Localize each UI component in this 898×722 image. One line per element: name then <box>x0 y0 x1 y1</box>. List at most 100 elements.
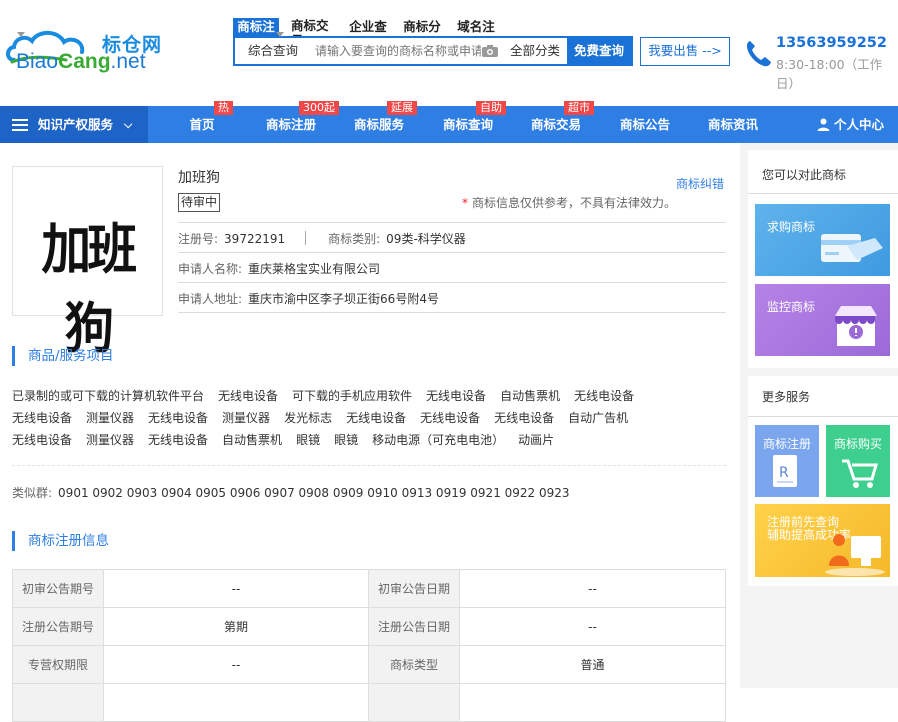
divider <box>178 312 726 313</box>
user-icon <box>817 118 830 131</box>
reg-info-row: 注册号: 39722191 商标类别: 09类-科学仪器 <box>178 231 466 246</box>
registration-number: 39722191 <box>224 232 286 246</box>
service-register-card[interactable]: 商标注册 R <box>755 425 819 497</box>
search-box: 综合查询 全部分类 免费查询 <box>233 36 633 66</box>
divider <box>12 465 726 466</box>
search-tab-trademark-class[interactable]: 商标分 <box>395 18 449 36</box>
nav-badge: 自助 <box>476 101 506 115</box>
service-buy-card[interactable]: 商标购买 <box>826 425 890 497</box>
document-icon: R <box>773 455 797 487</box>
person-at-computer-icon <box>825 534 885 576</box>
goods-list: 已录制的或可下载的计算机软件平台 无线电设备 可下载的手机应用软件 无线电设备 自动售票… <box>12 385 712 451</box>
monitor-trademark-card[interactable]: 监控商标 <box>755 284 890 356</box>
svg-text:R: R <box>779 465 789 481</box>
list-item: 测量仪器 <box>86 411 135 425</box>
nav-home[interactable]: 首页 热 <box>188 101 233 143</box>
address-row: 申请人地址: 重庆市渝中区李子坝正街66号附4号 <box>178 292 439 306</box>
search-tab-trademark-trade[interactable]: 商标交易 <box>287 18 341 48</box>
nav-trademark-register[interactable]: 商标注册 300起 <box>265 101 339 143</box>
list-item: 动画片 <box>518 433 555 447</box>
list-item: 无线电设备 <box>12 411 73 425</box>
nav-trademark-news[interactable]: 商标资讯 <box>707 106 759 143</box>
list-item: 自动售票机 <box>500 389 561 403</box>
list-item: 可下载的手机应用软件 <box>292 389 413 403</box>
divider <box>178 282 726 283</box>
camera-icon[interactable] <box>481 44 499 58</box>
logo-domain: BiaoCang.net <box>16 50 146 73</box>
applicant-row: 申请人名称: 重庆莱格宝实业有限公司 <box>178 262 381 276</box>
list-item: 无线电设备 <box>218 389 279 403</box>
applicant-address: 重庆市渝中区李子坝正街66号附4号 <box>248 292 439 306</box>
nav-trademark-notice[interactable]: 商标公告 <box>619 106 671 143</box>
list-item: 无线电设备 <box>494 411 555 425</box>
divider <box>178 222 726 223</box>
divider <box>178 252 726 253</box>
service-hours: 8:30-18:00（工作日） <box>776 57 883 91</box>
site-header: 标仓网 BiaoCang.net 商标注 商标交易 企业查 商标分 域名注 综合… <box>0 0 898 106</box>
search-tab-trademark-register[interactable]: 商标注 <box>233 18 279 36</box>
table-row: 初审公告期号 -- 初审公告日期 -- <box>12 569 726 608</box>
buy-trademark-card[interactable]: 求购商标 <box>755 204 890 276</box>
phone-icon <box>746 41 771 67</box>
free-search-button[interactable]: 免费查询 <box>567 38 631 64</box>
list-item: 自动售票机 <box>222 433 283 447</box>
trademark-name: 加班狗 <box>178 170 220 186</box>
nav-trademark-trade[interactable]: 商标交易 超市 <box>530 101 594 143</box>
list-item: 无线电设备 <box>574 389 635 403</box>
table-row: 注册公告期号 第期 注册公告日期 -- <box>12 607 726 646</box>
search-tabs: 商标注 商标交易 企业查 商标分 域名注 <box>233 18 503 48</box>
list-item: 眼镜 <box>296 433 321 447</box>
sidebar-title: 您可以对此商标 <box>762 168 847 182</box>
trademark-category: 09类-科学仪器 <box>386 232 466 246</box>
divider <box>748 193 898 194</box>
ip-services-menu[interactable]: 知识产权服务 ⌵ <box>0 106 148 143</box>
sell-trademark-button[interactable]: 我要出售 --> <box>640 37 730 66</box>
menu-icon <box>12 119 28 131</box>
sidebar-title: 更多服务 <box>762 390 811 404</box>
list-item: 眼镜 <box>334 433 359 447</box>
category-chevron-down-icon[interactable] <box>276 32 284 37</box>
divider <box>748 416 898 417</box>
nav-badge: 300起 <box>299 101 339 115</box>
table-row: 专营权期限 -- 商标类型 普通 <box>12 645 726 684</box>
section-title-registration: 商标注册信息 <box>12 531 109 551</box>
main-nav: 知识产权服务 ⌵ 首页 热 商标注册 300起 商标服务 延展 商标查询 自助 … <box>0 101 898 143</box>
list-item: 发光标志 <box>284 411 333 425</box>
status-badge: 待审中 <box>178 193 221 212</box>
search-tab-domain[interactable]: 域名注 <box>449 18 503 36</box>
search-first-promo-card[interactable]: 注册前先查询 辅助提高成功率 <box>755 504 890 577</box>
nav-badge: 超市 <box>564 101 594 115</box>
disclaimer-note: * 商标信息仅供参考，不具有法律效力。 <box>462 196 677 210</box>
hotline-number: 13563959252 <box>776 35 887 51</box>
list-item: 自动广告机 <box>568 411 629 425</box>
section-title-goods: 商品/服务项目 <box>12 346 114 366</box>
search-input[interactable] <box>315 38 481 64</box>
search-type-chevron-down-icon[interactable] <box>17 32 25 37</box>
chevron-down-icon: ⌵ <box>124 118 133 131</box>
site-logo[interactable]: 标仓网 BiaoCang.net <box>6 22 166 78</box>
user-center-link[interactable]: 个人中心 <box>817 106 884 143</box>
applicant-name: 重庆莱格宝实业有限公司 <box>248 262 381 276</box>
list-item: 无线电设备 <box>148 433 209 447</box>
list-item: 无线电设备 <box>148 411 209 425</box>
search-type-select[interactable]: 综合查询 <box>235 38 311 64</box>
list-item: 移动电源（可充电电池） <box>372 433 505 447</box>
list-item: 无线电设备 <box>12 433 73 447</box>
nav-trademark-service[interactable]: 商标服务 延展 <box>353 101 417 143</box>
search-tab-company[interactable]: 企业查 <box>341 18 395 36</box>
nav-badge: 热 <box>214 101 233 115</box>
list-item: 测量仪器 <box>222 411 271 425</box>
list-item: 已录制的或可下载的计算机软件平台 <box>12 389 205 403</box>
trademark-image: 加班狗 <box>12 166 163 360</box>
report-error-link[interactable]: 商标纠错 <box>676 175 724 192</box>
nav-trademark-search[interactable]: 商标查询 自助 <box>442 101 506 143</box>
category-select[interactable]: 全部分类 <box>503 38 567 64</box>
buy-card-icon <box>821 234 883 262</box>
list-item: 无线电设备 <box>420 411 481 425</box>
shop-icon <box>835 306 877 346</box>
similar-groups: 类似群: 0901 0902 0903 0904 0905 0906 0907 0… <box>12 486 570 500</box>
registration-table: 初审公告期号 -- 初审公告日期 -- 注册公告期号 第期 注册公告日期 -- … <box>12 569 726 722</box>
shopping-cart-icon <box>842 459 878 488</box>
table-row <box>12 683 726 722</box>
list-item: 测量仪器 <box>86 433 135 447</box>
